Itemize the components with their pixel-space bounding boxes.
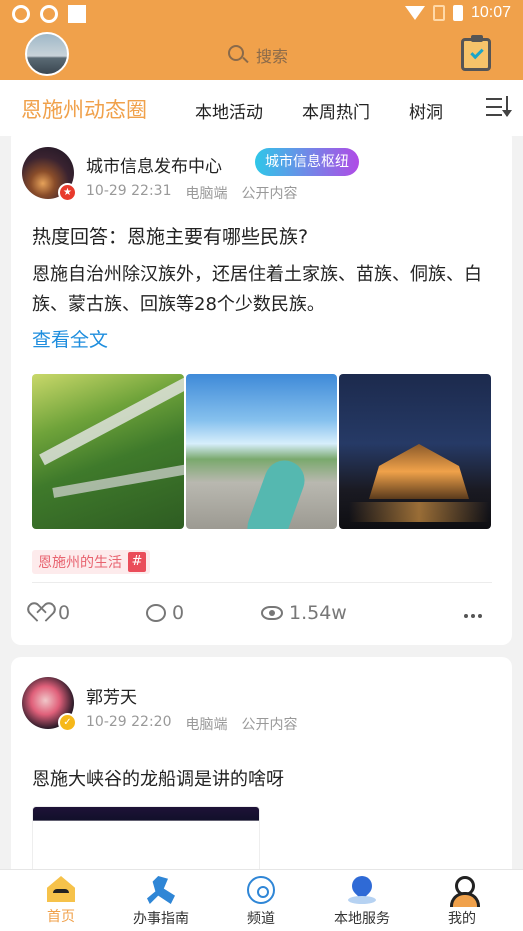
clipboard-check-icon[interactable] xyxy=(461,35,491,71)
notification-square-icon xyxy=(68,5,86,23)
sort-menu-icon[interactable] xyxy=(486,96,512,118)
nav-local-service[interactable]: 本地服务 xyxy=(310,876,414,928)
heart-icon xyxy=(32,604,52,622)
divider xyxy=(32,582,492,583)
post-image-mountain-walkway[interactable] xyxy=(32,374,184,529)
more-options-icon[interactable] xyxy=(464,614,482,618)
post-meta: 10-29 22:31 电脑端 公开内容 xyxy=(86,183,297,203)
status-time: 10:07 xyxy=(470,4,511,21)
location-pin-icon xyxy=(348,876,376,904)
app-header: 搜索 xyxy=(0,30,523,80)
user-avatar[interactable] xyxy=(25,32,69,76)
post-title[interactable]: 恩施大峡谷的龙船调是讲的啥呀 xyxy=(32,765,284,791)
user-icon xyxy=(448,876,480,907)
status-icons-left xyxy=(12,5,86,23)
post-actions: 0 0 1.54w xyxy=(32,602,492,632)
post-visibility: 公开内容 xyxy=(241,186,298,202)
channel-icon xyxy=(247,876,275,904)
tab-weekly-hot[interactable]: 本周热门 xyxy=(302,98,370,123)
author-name[interactable]: 城市信息发布中心 xyxy=(86,152,222,177)
post-device: 电脑端 xyxy=(185,186,228,202)
nav-home[interactable]: 首页 xyxy=(9,876,113,926)
post-time: 10-29 22:31 xyxy=(86,183,172,199)
nav-mine[interactable]: 我的 xyxy=(410,876,514,928)
like-count: 0 xyxy=(58,602,71,624)
wifi-icon xyxy=(404,6,425,20)
tab-enshi-feed[interactable]: 恩施州动态圈 xyxy=(21,94,147,124)
search-icon xyxy=(228,45,249,65)
nav-label: 我的 xyxy=(448,911,476,927)
app-notification-icon xyxy=(12,5,30,23)
no-sim-icon xyxy=(432,5,445,21)
like-button[interactable]: 0 xyxy=(32,602,70,624)
topic-tag[interactable]: 恩施州的生活 # xyxy=(32,550,150,574)
comment-button[interactable]: 0 xyxy=(146,602,184,624)
post-device: 电脑端 xyxy=(185,717,228,733)
comment-icon xyxy=(146,604,166,622)
post-title[interactable]: 热度回答：恩施主要有哪些民族? xyxy=(32,222,308,249)
nav-label: 办事指南 xyxy=(133,911,189,927)
nav-label: 本地服务 xyxy=(334,911,390,927)
views-stat: 1.54w xyxy=(261,602,347,624)
author-name[interactable]: 郭芳天 xyxy=(86,683,137,708)
post-image-night-pavilion[interactable] xyxy=(339,374,491,529)
home-icon xyxy=(47,876,75,902)
search-placeholder: 搜索 xyxy=(256,47,289,66)
view-count: 1.54w xyxy=(289,602,347,624)
nav-label: 首页 xyxy=(47,909,75,925)
battery-icon xyxy=(452,5,463,21)
post-time: 10-29 22:20 xyxy=(86,714,172,730)
hashtag-icon: # xyxy=(128,552,146,572)
post-meta: 10-29 22:20 电脑端 公开内容 xyxy=(86,714,297,734)
nav-guide[interactable]: 办事指南 xyxy=(109,876,213,928)
eye-icon xyxy=(261,606,283,620)
tab-tree-hole[interactable]: 树洞 xyxy=(409,98,443,123)
post-card[interactable]: ✓ 郭芳天 10-29 22:20 电脑端 公开内容 恩施大峡谷的龙船调是讲的啥… xyxy=(11,657,512,896)
guide-icon xyxy=(147,876,175,904)
comment-count: 0 xyxy=(172,602,185,624)
status-icons-right: 10:07 xyxy=(404,4,511,22)
post-card[interactable]: ★ 城市信息发布中心 城市信息枢纽 10-29 22:31 电脑端 公开内容 热… xyxy=(11,128,512,645)
official-badge-icon: ★ xyxy=(58,183,77,202)
read-more-link[interactable]: 查看全文 xyxy=(32,325,108,352)
post-visibility: 公开内容 xyxy=(241,717,298,733)
tab-local-events[interactable]: 本地活动 xyxy=(195,98,263,123)
topic-label: 恩施州的生活 xyxy=(38,555,122,571)
post-body[interactable]: 恩施自治州除汉族外，还居住着土家族、苗族、侗族、白族、蒙古族、回族等28个少数民… xyxy=(32,260,502,320)
status-bar: 10:07 xyxy=(0,0,523,30)
verified-badge-icon: ✓ xyxy=(58,713,77,732)
search-bar[interactable]: 搜索 xyxy=(228,43,288,67)
nav-channel[interactable]: 频道 xyxy=(209,876,313,928)
nav-label: 频道 xyxy=(247,911,275,927)
author-tag-badge: 城市信息枢纽 xyxy=(255,148,359,176)
post-image-city-river[interactable] xyxy=(186,374,337,529)
app-notification-icon xyxy=(40,5,58,23)
bottom-nav: 首页 办事指南 频道 本地服务 我的 xyxy=(0,869,523,931)
